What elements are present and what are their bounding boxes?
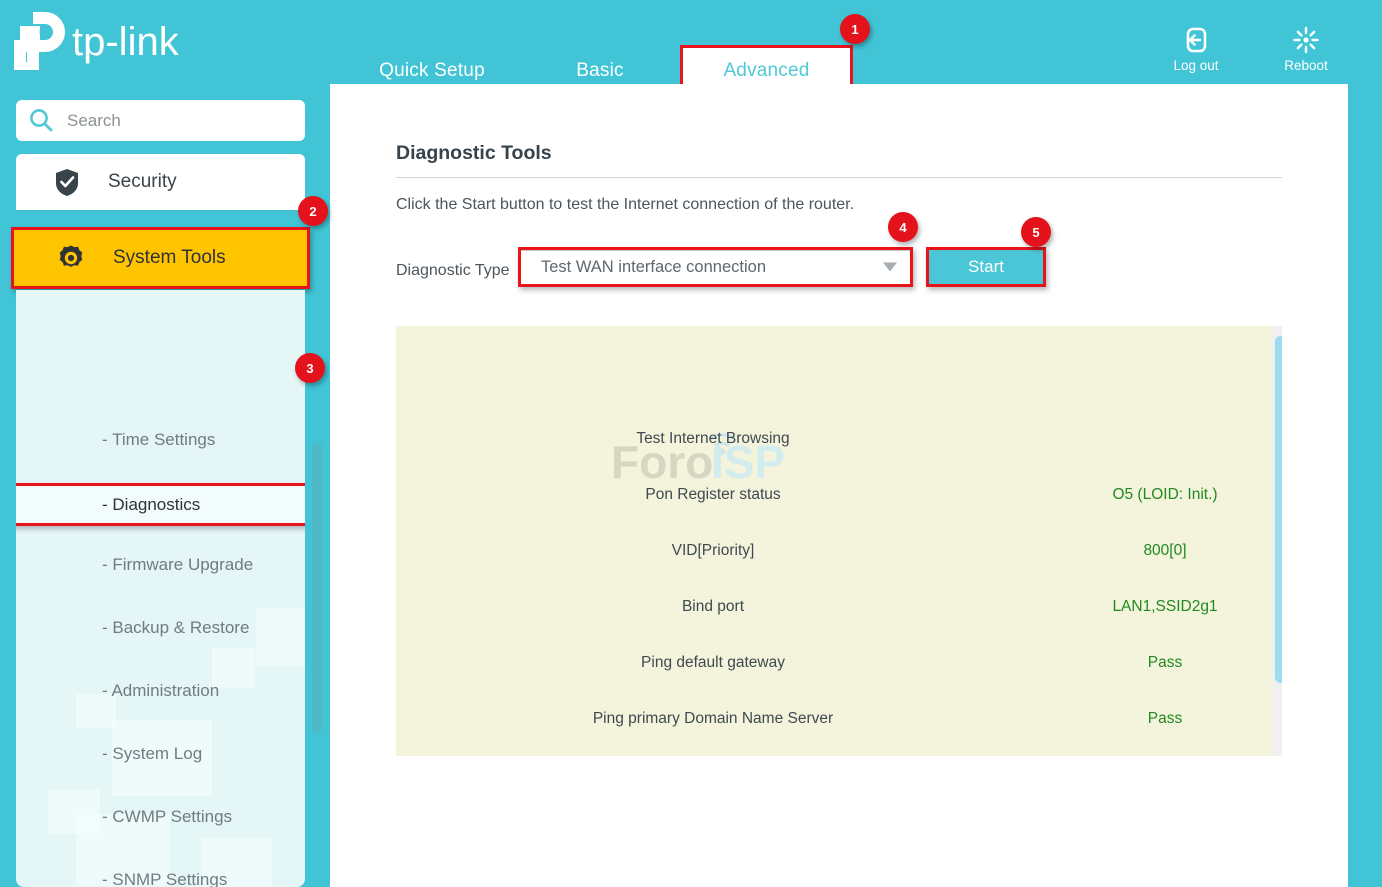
title-divider <box>396 177 1282 178</box>
search-input[interactable] <box>67 110 282 131</box>
sidebar-item-label: System Tools <box>113 247 226 268</box>
result-name: Test Internet Browsing <box>636 430 790 447</box>
gear-icon <box>59 245 83 267</box>
annotation-badge-5: 5 <box>1021 217 1051 247</box>
table-row: VID[Priority] 800[0] <box>396 542 1246 562</box>
sidebar-item-label: Security <box>108 171 177 192</box>
sidebar-item-administration[interactable]: - Administration <box>16 659 305 722</box>
sidebar: Security System Tools - Time Settings - … <box>0 99 330 887</box>
chevron-down-icon[interactable] <box>883 262 897 272</box>
result-value: Pass <box>1147 710 1183 727</box>
diagnostic-type-value[interactable]: Test WAN interface connection <box>521 250 910 284</box>
sidebar-sub-label: - Time Settings <box>102 429 216 449</box>
sidebar-item-firmware-upgrade[interactable]: - Firmware Upgrade <box>16 533 305 596</box>
sidebar-item-system-tools[interactable]: System Tools <box>11 227 310 289</box>
main-content: Diagnostic Tools Click the Start button … <box>330 84 1348 887</box>
annotation-badge-2: 2 <box>298 196 328 226</box>
search-icon <box>30 109 53 132</box>
result-name: Bind port <box>681 598 745 615</box>
reboot-icon <box>1293 26 1319 54</box>
sidebar-submenu: - Time Settings - Diagnostics - Firmware… <box>16 290 305 887</box>
sidebar-sub-label: - System Log <box>102 743 203 763</box>
sidebar-sub-label: - Diagnostics <box>102 494 201 514</box>
logout-label: Log out <box>1173 58 1219 73</box>
diagnostic-type-label: Diagnostic Type <box>396 262 510 279</box>
page-title: Diagnostic Tools <box>396 142 552 164</box>
main-nav: Quick Setup Basic Advanced <box>330 0 970 97</box>
diagnostic-type-select[interactable]: Test WAN interface connection <box>518 247 913 287</box>
table-row: Bind port LAN1,SSID2g1 <box>396 598 1246 618</box>
result-name: Ping primary Domain Name Server <box>592 710 834 727</box>
search-box[interactable] <box>16 100 305 141</box>
sidebar-item-cwmp-settings[interactable]: - CWMP Settings <box>16 785 305 848</box>
foroisp-watermark: Foro ISP <box>611 418 821 490</box>
result-value: Pass <box>1147 654 1183 671</box>
logout-icon <box>1186 27 1207 53</box>
result-value: 800[0] <box>1143 542 1187 559</box>
sidebar-item-backup-restore[interactable]: - Backup & Restore <box>16 596 305 659</box>
reboot-button[interactable]: Reboot <box>1270 26 1342 73</box>
sidebar-sub-label: - Administration <box>102 680 220 700</box>
sidebar-scrollbar-thumb[interactable] <box>312 443 323 733</box>
sidebar-sub-label: - CWMP Settings <box>102 806 233 826</box>
result-value: LAN1,SSID2g1 <box>1112 598 1218 615</box>
diagnostic-results-panel: Foro ISP Test Internet Browsing Pon Regi… <box>396 326 1282 756</box>
tp-link-logo: tp-link <box>12 12 202 74</box>
sidebar-item-diagnostics[interactable]: - Diagnostics <box>16 483 305 526</box>
sidebar-item-snmp-settings[interactable]: - SNMP Settings <box>16 848 305 887</box>
result-name: Pon Register status <box>645 486 781 503</box>
header-actions: Log out Reboot <box>1160 26 1342 73</box>
sidebar-sub-label: - Firmware Upgrade <box>102 554 254 574</box>
page-description: Click the Start button to test the Inter… <box>396 196 855 213</box>
results-scrollbar-thumb[interactable] <box>1275 336 1282 683</box>
sidebar-sub-label: - SNMP Settings <box>102 869 228 887</box>
sidebar-sub-label: - Backup & Restore <box>102 617 250 637</box>
shield-icon <box>56 169 78 196</box>
reboot-label: Reboot <box>1284 58 1328 73</box>
router-admin-page: tp-link Quick Setup Basic Advanced Log o… <box>0 0 1382 887</box>
result-value: O5 (LOID: Init.) <box>1112 486 1218 503</box>
table-row: Ping primary Domain Name Server Pass <box>396 710 1246 730</box>
sidebar-item-security[interactable]: Security <box>16 154 305 210</box>
annotation-badge-1: 1 <box>840 14 870 44</box>
result-name: Ping default gateway <box>641 654 785 671</box>
annotation-badge-4: 4 <box>888 212 918 242</box>
start-button[interactable]: Start <box>926 247 1046 287</box>
logout-button[interactable]: Log out <box>1160 26 1232 73</box>
table-row: Ping default gateway Pass <box>396 654 1246 674</box>
annotation-badge-3: 3 <box>295 353 325 383</box>
table-row: Test Internet Browsing <box>396 430 1246 450</box>
sidebar-item-time-settings[interactable]: - Time Settings <box>16 408 305 471</box>
result-name: VID[Priority] <box>671 542 755 559</box>
table-row: Pon Register status O5 (LOID: Init.) <box>396 486 1246 506</box>
logo-wordmark: tp-link <box>72 20 180 64</box>
sidebar-item-system-log[interactable]: - System Log <box>16 722 305 785</box>
